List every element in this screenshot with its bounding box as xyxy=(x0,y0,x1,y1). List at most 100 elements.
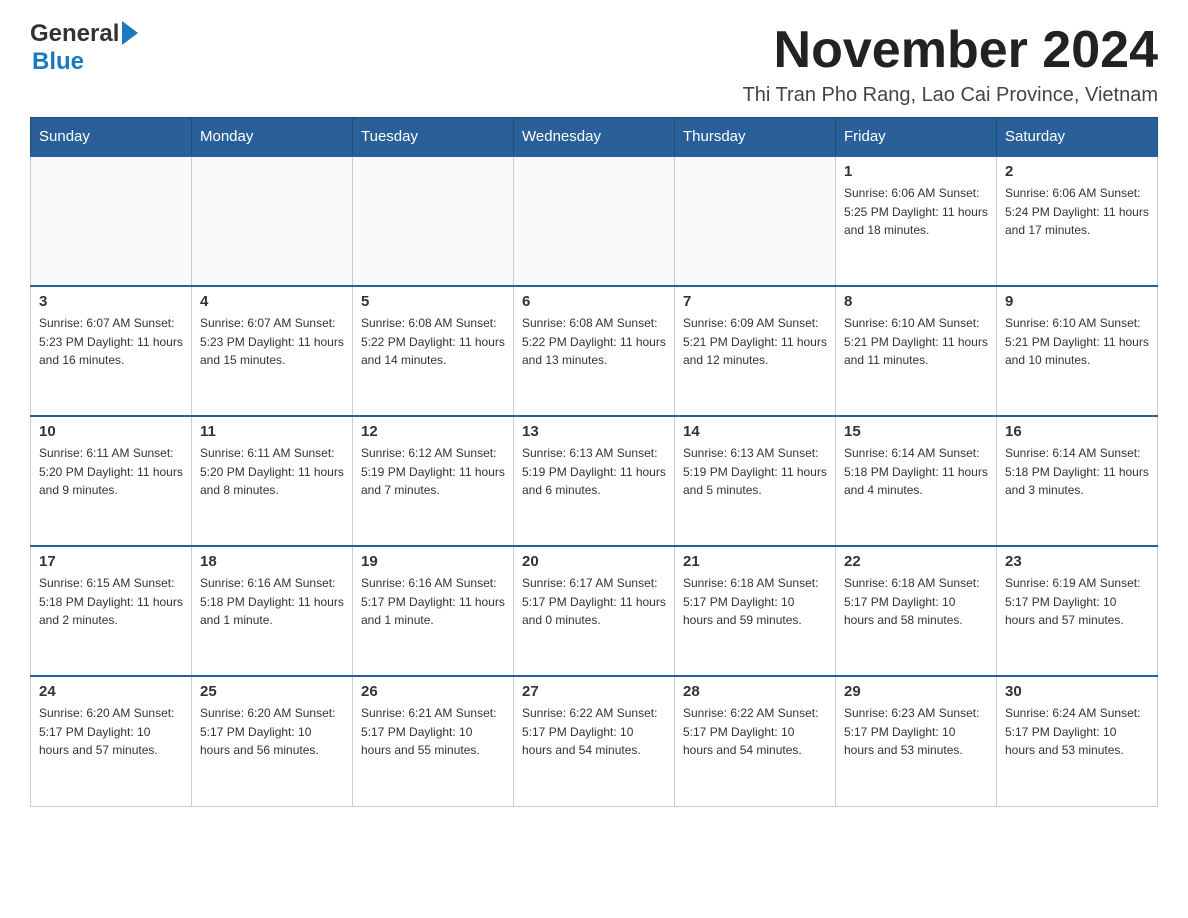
day-info: Sunrise: 6:16 AM Sunset: 5:17 PM Dayligh… xyxy=(361,574,505,630)
calendar-cell: 19 Sunrise: 6:16 AM Sunset: 5:17 PM Dayli… xyxy=(353,546,514,676)
day-number: 28 xyxy=(683,683,827,700)
day-number: 16 xyxy=(1005,423,1149,440)
day-info: Sunrise: 6:10 AM Sunset: 5:21 PM Dayligh… xyxy=(1005,314,1149,370)
day-info: Sunrise: 6:08 AM Sunset: 5:22 PM Dayligh… xyxy=(361,314,505,370)
day-info: Sunrise: 6:19 AM Sunset: 5:17 PM Dayligh… xyxy=(1005,574,1149,630)
calendar-cell: 21 Sunrise: 6:18 AM Sunset: 5:17 PM Dayli… xyxy=(675,546,836,676)
day-info: Sunrise: 6:13 AM Sunset: 5:19 PM Dayligh… xyxy=(522,444,666,500)
day-info: Sunrise: 6:22 AM Sunset: 5:17 PM Dayligh… xyxy=(522,704,666,760)
calendar-cell xyxy=(514,156,675,286)
day-info: Sunrise: 6:20 AM Sunset: 5:17 PM Dayligh… xyxy=(39,704,183,760)
day-number: 1 xyxy=(844,163,988,180)
day-number: 6 xyxy=(522,293,666,310)
calendar-cell xyxy=(353,156,514,286)
day-number: 2 xyxy=(1005,163,1149,180)
calendar-week-3: 10 Sunrise: 6:11 AM Sunset: 5:20 PM Dayli… xyxy=(31,416,1158,546)
calendar-cell: 13 Sunrise: 6:13 AM Sunset: 5:19 PM Dayli… xyxy=(514,416,675,546)
calendar-week-2: 3 Sunrise: 6:07 AM Sunset: 5:23 PM Daylig… xyxy=(31,286,1158,416)
day-number: 25 xyxy=(200,683,344,700)
day-number: 14 xyxy=(683,423,827,440)
calendar-header-row: SundayMondayTuesdayWednesdayThursdayFrid… xyxy=(31,118,1158,157)
calendar-cell: 7 Sunrise: 6:09 AM Sunset: 5:21 PM Daylig… xyxy=(675,286,836,416)
calendar-cell: 29 Sunrise: 6:23 AM Sunset: 5:17 PM Dayli… xyxy=(836,676,997,806)
calendar-cell: 16 Sunrise: 6:14 AM Sunset: 5:18 PM Dayli… xyxy=(997,416,1158,546)
calendar-header-thursday: Thursday xyxy=(675,118,836,157)
day-number: 20 xyxy=(522,553,666,570)
day-info: Sunrise: 6:18 AM Sunset: 5:17 PM Dayligh… xyxy=(683,574,827,630)
day-info: Sunrise: 6:06 AM Sunset: 5:24 PM Dayligh… xyxy=(1005,184,1149,240)
calendar-header-wednesday: Wednesday xyxy=(514,118,675,157)
calendar-cell: 10 Sunrise: 6:11 AM Sunset: 5:20 PM Dayli… xyxy=(31,416,192,546)
calendar-week-1: 1Sunrise: 6:06 AM Sunset: 5:25 PM Daylig… xyxy=(31,156,1158,286)
calendar-cell: 18 Sunrise: 6:16 AM Sunset: 5:18 PM Dayli… xyxy=(192,546,353,676)
day-number: 11 xyxy=(200,423,344,440)
calendar-cell: 8Sunrise: 6:10 AM Sunset: 5:21 PM Daylig… xyxy=(836,286,997,416)
day-info: Sunrise: 6:23 AM Sunset: 5:17 PM Dayligh… xyxy=(844,704,988,760)
day-number: 3 xyxy=(39,293,183,310)
day-info: Sunrise: 6:22 AM Sunset: 5:17 PM Dayligh… xyxy=(683,704,827,760)
day-info: Sunrise: 6:16 AM Sunset: 5:18 PM Dayligh… xyxy=(200,574,344,630)
day-info: Sunrise: 6:18 AM Sunset: 5:17 PM Dayligh… xyxy=(844,574,988,630)
day-number: 24 xyxy=(39,683,183,700)
calendar-cell: 11 Sunrise: 6:11 AM Sunset: 5:20 PM Dayli… xyxy=(192,416,353,546)
day-info: Sunrise: 6:07 AM Sunset: 5:23 PM Dayligh… xyxy=(200,314,344,370)
day-number: 22 xyxy=(844,553,988,570)
logo: General Blue xyxy=(30,20,138,76)
calendar-cell: 6Sunrise: 6:08 AM Sunset: 5:22 PM Daylig… xyxy=(514,286,675,416)
day-number: 30 xyxy=(1005,683,1149,700)
day-number: 18 xyxy=(200,553,344,570)
calendar-cell: 2 Sunrise: 6:06 AM Sunset: 5:24 PM Daylig… xyxy=(997,156,1158,286)
calendar-cell: 12 Sunrise: 6:12 AM Sunset: 5:19 PM Dayli… xyxy=(353,416,514,546)
calendar-week-4: 17 Sunrise: 6:15 AM Sunset: 5:18 PM Dayli… xyxy=(31,546,1158,676)
logo-triangle-icon xyxy=(122,21,138,45)
day-number: 17 xyxy=(39,553,183,570)
calendar-cell xyxy=(675,156,836,286)
day-number: 27 xyxy=(522,683,666,700)
calendar-cell xyxy=(192,156,353,286)
day-number: 23 xyxy=(1005,553,1149,570)
day-number: 9 xyxy=(1005,293,1149,310)
calendar-cell: 4 Sunrise: 6:07 AM Sunset: 5:23 PM Daylig… xyxy=(192,286,353,416)
calendar-cell: 26Sunrise: 6:21 AM Sunset: 5:17 PM Dayli… xyxy=(353,676,514,806)
day-number: 29 xyxy=(844,683,988,700)
day-info: Sunrise: 6:09 AM Sunset: 5:21 PM Dayligh… xyxy=(683,314,827,370)
calendar-cell: 22 Sunrise: 6:18 AM Sunset: 5:17 PM Dayli… xyxy=(836,546,997,676)
calendar-cell: 14 Sunrise: 6:13 AM Sunset: 5:19 PM Dayli… xyxy=(675,416,836,546)
calendar-cell: 15 Sunrise: 6:14 AM Sunset: 5:18 PM Dayli… xyxy=(836,416,997,546)
calendar-cell: 1Sunrise: 6:06 AM Sunset: 5:25 PM Daylig… xyxy=(836,156,997,286)
day-number: 4 xyxy=(200,293,344,310)
day-number: 26 xyxy=(361,683,505,700)
day-info: Sunrise: 6:14 AM Sunset: 5:18 PM Dayligh… xyxy=(844,444,988,500)
day-number: 7 xyxy=(683,293,827,310)
calendar-week-5: 24 Sunrise: 6:20 AM Sunset: 5:17 PM Dayli… xyxy=(31,676,1158,806)
day-info: Sunrise: 6:11 AM Sunset: 5:20 PM Dayligh… xyxy=(200,444,344,500)
day-number: 13 xyxy=(522,423,666,440)
day-number: 15 xyxy=(844,423,988,440)
day-info: Sunrise: 6:10 AM Sunset: 5:21 PM Dayligh… xyxy=(844,314,988,370)
title-area: November 2024 Thi Tran Pho Rang, Lao Cai… xyxy=(743,20,1158,107)
calendar-header-friday: Friday xyxy=(836,118,997,157)
day-info: Sunrise: 6:12 AM Sunset: 5:19 PM Dayligh… xyxy=(361,444,505,500)
calendar-table: SundayMondayTuesdayWednesdayThursdayFrid… xyxy=(30,117,1158,807)
calendar-cell: 23 Sunrise: 6:19 AM Sunset: 5:17 PM Dayli… xyxy=(997,546,1158,676)
day-info: Sunrise: 6:17 AM Sunset: 5:17 PM Dayligh… xyxy=(522,574,666,630)
calendar-cell: 24 Sunrise: 6:20 AM Sunset: 5:17 PM Dayli… xyxy=(31,676,192,806)
day-number: 21 xyxy=(683,553,827,570)
day-info: Sunrise: 6:13 AM Sunset: 5:19 PM Dayligh… xyxy=(683,444,827,500)
main-title: November 2024 xyxy=(743,20,1158,80)
day-info: Sunrise: 6:14 AM Sunset: 5:18 PM Dayligh… xyxy=(1005,444,1149,500)
calendar-cell: 5 Sunrise: 6:08 AM Sunset: 5:22 PM Daylig… xyxy=(353,286,514,416)
subtitle: Thi Tran Pho Rang, Lao Cai Province, Vie… xyxy=(743,84,1158,107)
day-info: Sunrise: 6:15 AM Sunset: 5:18 PM Dayligh… xyxy=(39,574,183,630)
calendar-header-sunday: Sunday xyxy=(31,118,192,157)
calendar-cell xyxy=(31,156,192,286)
calendar-cell: 3Sunrise: 6:07 AM Sunset: 5:23 PM Daylig… xyxy=(31,286,192,416)
calendar-header-saturday: Saturday xyxy=(997,118,1158,157)
day-info: Sunrise: 6:24 AM Sunset: 5:17 PM Dayligh… xyxy=(1005,704,1149,760)
logo-blue-text: Blue xyxy=(32,48,84,76)
day-number: 5 xyxy=(361,293,505,310)
day-number: 10 xyxy=(39,423,183,440)
day-number: 19 xyxy=(361,553,505,570)
day-info: Sunrise: 6:11 AM Sunset: 5:20 PM Dayligh… xyxy=(39,444,183,500)
day-number: 12 xyxy=(361,423,505,440)
